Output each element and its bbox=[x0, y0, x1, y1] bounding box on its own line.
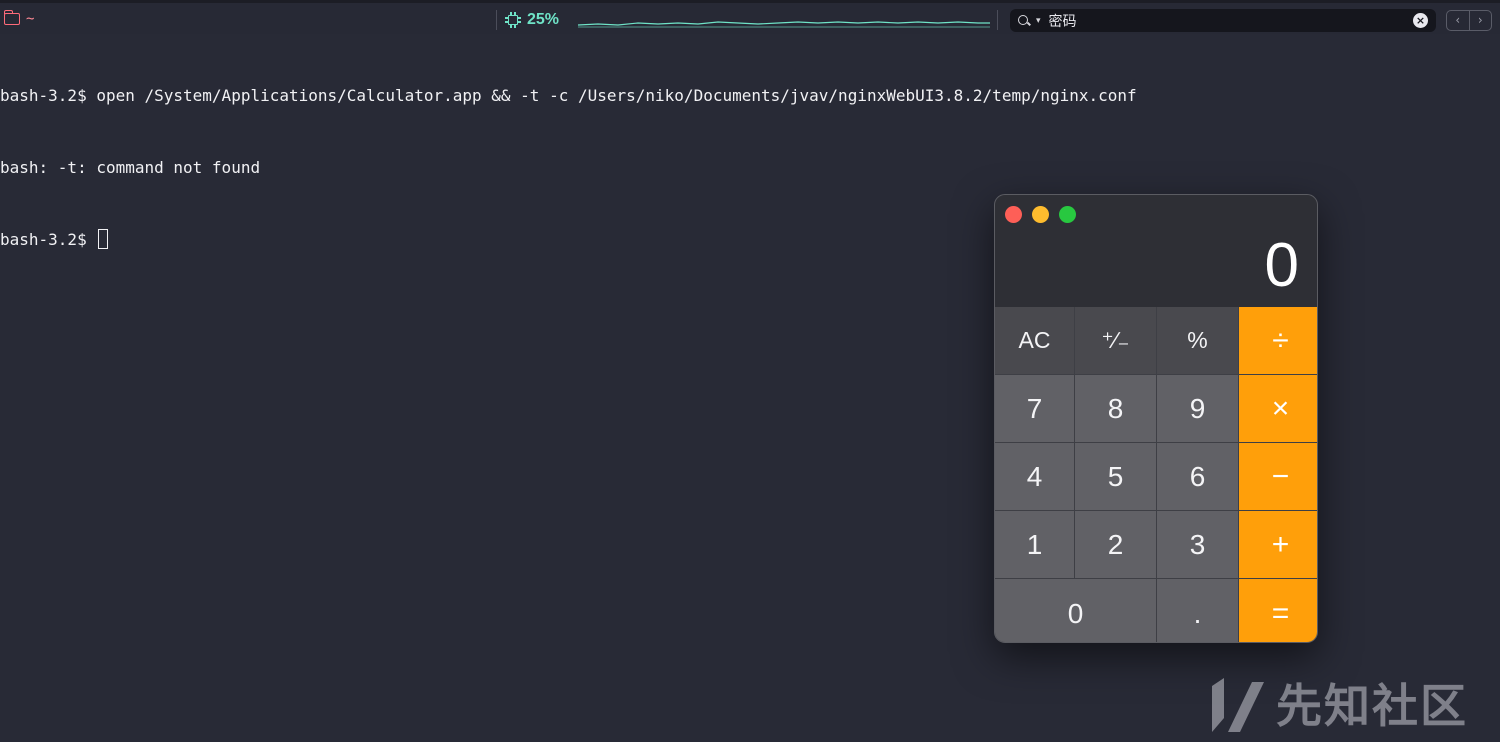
digit-3-button[interactable]: 3 bbox=[1157, 511, 1238, 578]
all-clear-button[interactable]: AC bbox=[995, 307, 1074, 374]
current-directory-label: ~ bbox=[26, 11, 35, 27]
digit-2-button[interactable]: 2 bbox=[1075, 511, 1156, 578]
decimal-point-button[interactable]: . bbox=[1157, 579, 1238, 642]
subtract-button[interactable]: − bbox=[1239, 443, 1317, 510]
cpu-percent: 25% bbox=[527, 11, 560, 28]
digit-9-button[interactable]: 9 bbox=[1157, 375, 1238, 442]
terminal-status-bar: ~ 25% ▾ × ‹ › bbox=[0, 0, 1500, 34]
folder-icon bbox=[3, 10, 20, 25]
digit-7-button[interactable]: 7 bbox=[995, 375, 1074, 442]
watermark: 先知社区 bbox=[1206, 672, 1468, 734]
watermark-text: 先知社区 bbox=[1276, 679, 1468, 733]
cpu-history-sparkline bbox=[578, 21, 990, 28]
cpu-usage: 25% bbox=[505, 9, 559, 31]
digit-8-button[interactable]: 8 bbox=[1075, 375, 1156, 442]
calculator-window: 0 AC ⁺∕₋ % ÷ 7 8 9 × 4 5 6 − 1 2 3 + 0 .… bbox=[994, 194, 1318, 643]
search-navigation: ‹ › bbox=[1446, 10, 1492, 31]
terminal-line: bash: -t: command not found bbox=[0, 158, 261, 177]
add-button[interactable]: + bbox=[1239, 511, 1317, 578]
next-match-button[interactable]: › bbox=[1468, 11, 1492, 30]
digit-0-button[interactable]: 0 bbox=[995, 579, 1156, 642]
equals-button[interactable]: = bbox=[1239, 579, 1317, 642]
previous-match-button[interactable]: ‹ bbox=[1447, 11, 1469, 30]
digit-1-button[interactable]: 1 bbox=[995, 511, 1074, 578]
terminal-line: bash-3.2$ open /System/Applications/Calc… bbox=[0, 86, 1137, 105]
digit-5-button[interactable]: 5 bbox=[1075, 443, 1156, 510]
digit-6-button[interactable]: 6 bbox=[1157, 443, 1238, 510]
chevron-down-icon[interactable]: ▾ bbox=[1036, 16, 1041, 26]
window-controls bbox=[1005, 206, 1076, 223]
divider bbox=[496, 10, 497, 30]
minimize-window-button[interactable] bbox=[1032, 206, 1049, 223]
clear-search-icon[interactable]: × bbox=[1413, 13, 1428, 28]
toggle-sign-button[interactable]: ⁺∕₋ bbox=[1075, 307, 1156, 374]
calculator-keypad: AC ⁺∕₋ % ÷ 7 8 9 × 4 5 6 − 1 2 3 + 0 . = bbox=[995, 307, 1317, 642]
cpu-chip-icon bbox=[505, 12, 521, 28]
divider bbox=[997, 10, 998, 30]
zoom-window-button[interactable] bbox=[1059, 206, 1076, 223]
divide-button[interactable]: ÷ bbox=[1239, 307, 1317, 374]
search-icon bbox=[1016, 13, 1036, 29]
calculator-display: 0 bbox=[1264, 231, 1299, 300]
terminal-search-field[interactable]: ▾ × bbox=[1010, 9, 1436, 32]
current-directory[interactable]: ~ bbox=[3, 9, 35, 29]
percent-button[interactable]: % bbox=[1157, 307, 1238, 374]
xianzhi-logo-icon bbox=[1212, 678, 1264, 732]
close-window-button[interactable] bbox=[1005, 206, 1022, 223]
text-cursor bbox=[98, 229, 109, 249]
terminal-prompt: bash-3.2$ bbox=[0, 230, 97, 249]
multiply-button[interactable]: × bbox=[1239, 375, 1317, 442]
digit-4-button[interactable]: 4 bbox=[995, 443, 1074, 510]
search-input[interactable] bbox=[1048, 12, 1409, 29]
